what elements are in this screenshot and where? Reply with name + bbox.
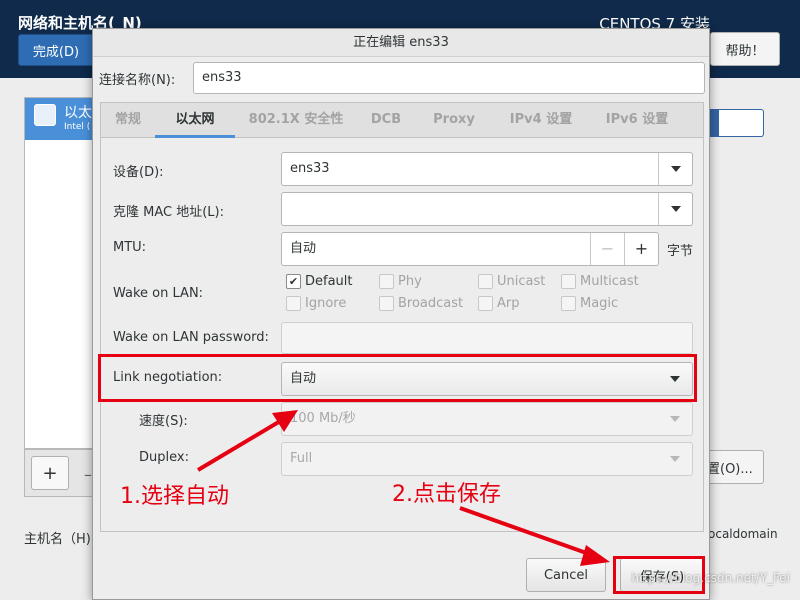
chevron-down-icon bbox=[658, 403, 692, 435]
duplex-combo[interactable]: Full bbox=[281, 442, 693, 476]
wol-ignore-label: Ignore bbox=[305, 296, 347, 311]
tab-ipv4-settings[interactable]: IPv4 设置 bbox=[493, 103, 589, 138]
wol-multicast-checkbox[interactable]: Multicast bbox=[561, 274, 639, 289]
wol-password-input[interactable] bbox=[281, 322, 693, 354]
ethernet-icon bbox=[34, 104, 56, 126]
clone-mac-label: 克隆 MAC 地址(L): bbox=[113, 205, 224, 220]
mtu-label: MTU: bbox=[113, 240, 147, 255]
connection-name-input[interactable]: ens33 bbox=[193, 62, 705, 94]
wol-phy-checkbox[interactable]: Phy bbox=[379, 274, 422, 289]
wol-broadcast-label: Broadcast bbox=[398, 296, 464, 311]
wol-unicast-label: Unicast bbox=[497, 274, 546, 289]
mtu-unit: 字节 bbox=[667, 244, 694, 259]
edit-connection-dialog: 正在编辑 ens33 连接名称(N): ens33 常规 以太网 802.1X … bbox=[92, 28, 710, 600]
wol-magic-label: Magic bbox=[580, 296, 619, 311]
configure-button[interactable]: 置(O)... bbox=[704, 450, 764, 484]
clone-mac-combo[interactable] bbox=[281, 192, 693, 226]
add-device-button[interactable]: + bbox=[31, 456, 69, 490]
tab-ethernet[interactable]: 以太网 bbox=[155, 103, 235, 138]
hostname-domain-text: ocaldomain bbox=[708, 527, 778, 541]
wol-arp-checkbox[interactable]: Arp bbox=[478, 296, 520, 311]
wake-on-lan-label: Wake on LAN: bbox=[113, 286, 204, 301]
wol-default-label: Default bbox=[305, 274, 353, 289]
device-label: 设备(D): bbox=[113, 165, 164, 180]
tab-proxy[interactable]: Proxy bbox=[415, 103, 493, 138]
tab-ipv6-settings[interactable]: IPv6 设置 bbox=[589, 103, 685, 138]
device-list bbox=[24, 97, 94, 449]
highlight-link-negotiation bbox=[98, 354, 697, 402]
connection-toggle[interactable] bbox=[706, 109, 764, 137]
chevron-down-icon bbox=[658, 443, 692, 475]
wol-multicast-label: Multicast bbox=[580, 274, 639, 289]
duplex-label: Duplex: bbox=[139, 450, 189, 465]
wol-default-checkbox[interactable]: ✔ Default bbox=[286, 274, 353, 289]
annotation-step2: 2.点击保存 bbox=[392, 482, 501, 507]
mtu-value: 自动 bbox=[290, 241, 317, 256]
device-combo[interactable]: ens33 bbox=[281, 152, 693, 186]
watermark: https://blog.csdn.net/Y_Fei bbox=[631, 571, 790, 585]
wol-phy-label: Phy bbox=[398, 274, 422, 289]
cancel-button[interactable]: Cancel bbox=[526, 558, 606, 592]
connection-name-label: 连接名称(N): bbox=[99, 73, 176, 88]
device-name: 以太 bbox=[64, 105, 92, 121]
done-button[interactable]: 完成(D) bbox=[18, 34, 94, 66]
mtu-spinbutton[interactable]: 自动 − + bbox=[281, 232, 659, 266]
speed-label: 速度(S): bbox=[139, 414, 188, 429]
chevron-down-icon[interactable] bbox=[658, 193, 692, 225]
tab-dcb[interactable]: DCB bbox=[357, 103, 415, 138]
ethernet-page: 设备(D): ens33 克隆 MAC 地址(L): MTU: 自动 − + 字… bbox=[100, 137, 704, 532]
dialog-title: 正在编辑 ens33 bbox=[93, 29, 709, 57]
tab-general[interactable]: 常规 bbox=[101, 103, 155, 138]
settings-notebook: 常规 以太网 802.1X 安全性 DCB Proxy IPv4 设置 IPv6… bbox=[100, 102, 704, 532]
wol-magic-checkbox[interactable]: Magic bbox=[561, 296, 618, 311]
wol-arp-label: Arp bbox=[497, 296, 520, 311]
speed-combo[interactable]: 100 Mb/秒 bbox=[281, 402, 693, 436]
mtu-decrement-button[interactable]: − bbox=[590, 233, 624, 265]
device-value: ens33 bbox=[290, 161, 330, 176]
device-description: Intel ( bbox=[64, 122, 91, 132]
wol-broadcast-checkbox[interactable]: Broadcast bbox=[379, 296, 463, 311]
wol-ignore-checkbox[interactable]: Ignore bbox=[286, 296, 346, 311]
help-button[interactable]: 帮助！ bbox=[710, 32, 780, 66]
tab-8021x-security[interactable]: 802.1X 安全性 bbox=[235, 103, 357, 138]
chevron-down-icon[interactable] bbox=[658, 153, 692, 185]
speed-value: 100 Mb/秒 bbox=[290, 411, 356, 426]
wol-password-label: Wake on LAN password: bbox=[113, 330, 269, 345]
duplex-value: Full bbox=[290, 451, 313, 466]
wol-unicast-checkbox[interactable]: Unicast bbox=[478, 274, 545, 289]
remove-device-button[interactable]: – bbox=[84, 465, 92, 484]
hostname-label: 主机名（H) bbox=[24, 532, 91, 547]
annotation-step1: 1.选择自动 bbox=[120, 484, 229, 509]
tab-bar: 常规 以太网 802.1X 安全性 DCB Proxy IPv4 设置 IPv6… bbox=[100, 102, 704, 138]
mtu-increment-button[interactable]: + bbox=[624, 233, 658, 265]
checkmark-icon: ✔ bbox=[286, 274, 301, 289]
